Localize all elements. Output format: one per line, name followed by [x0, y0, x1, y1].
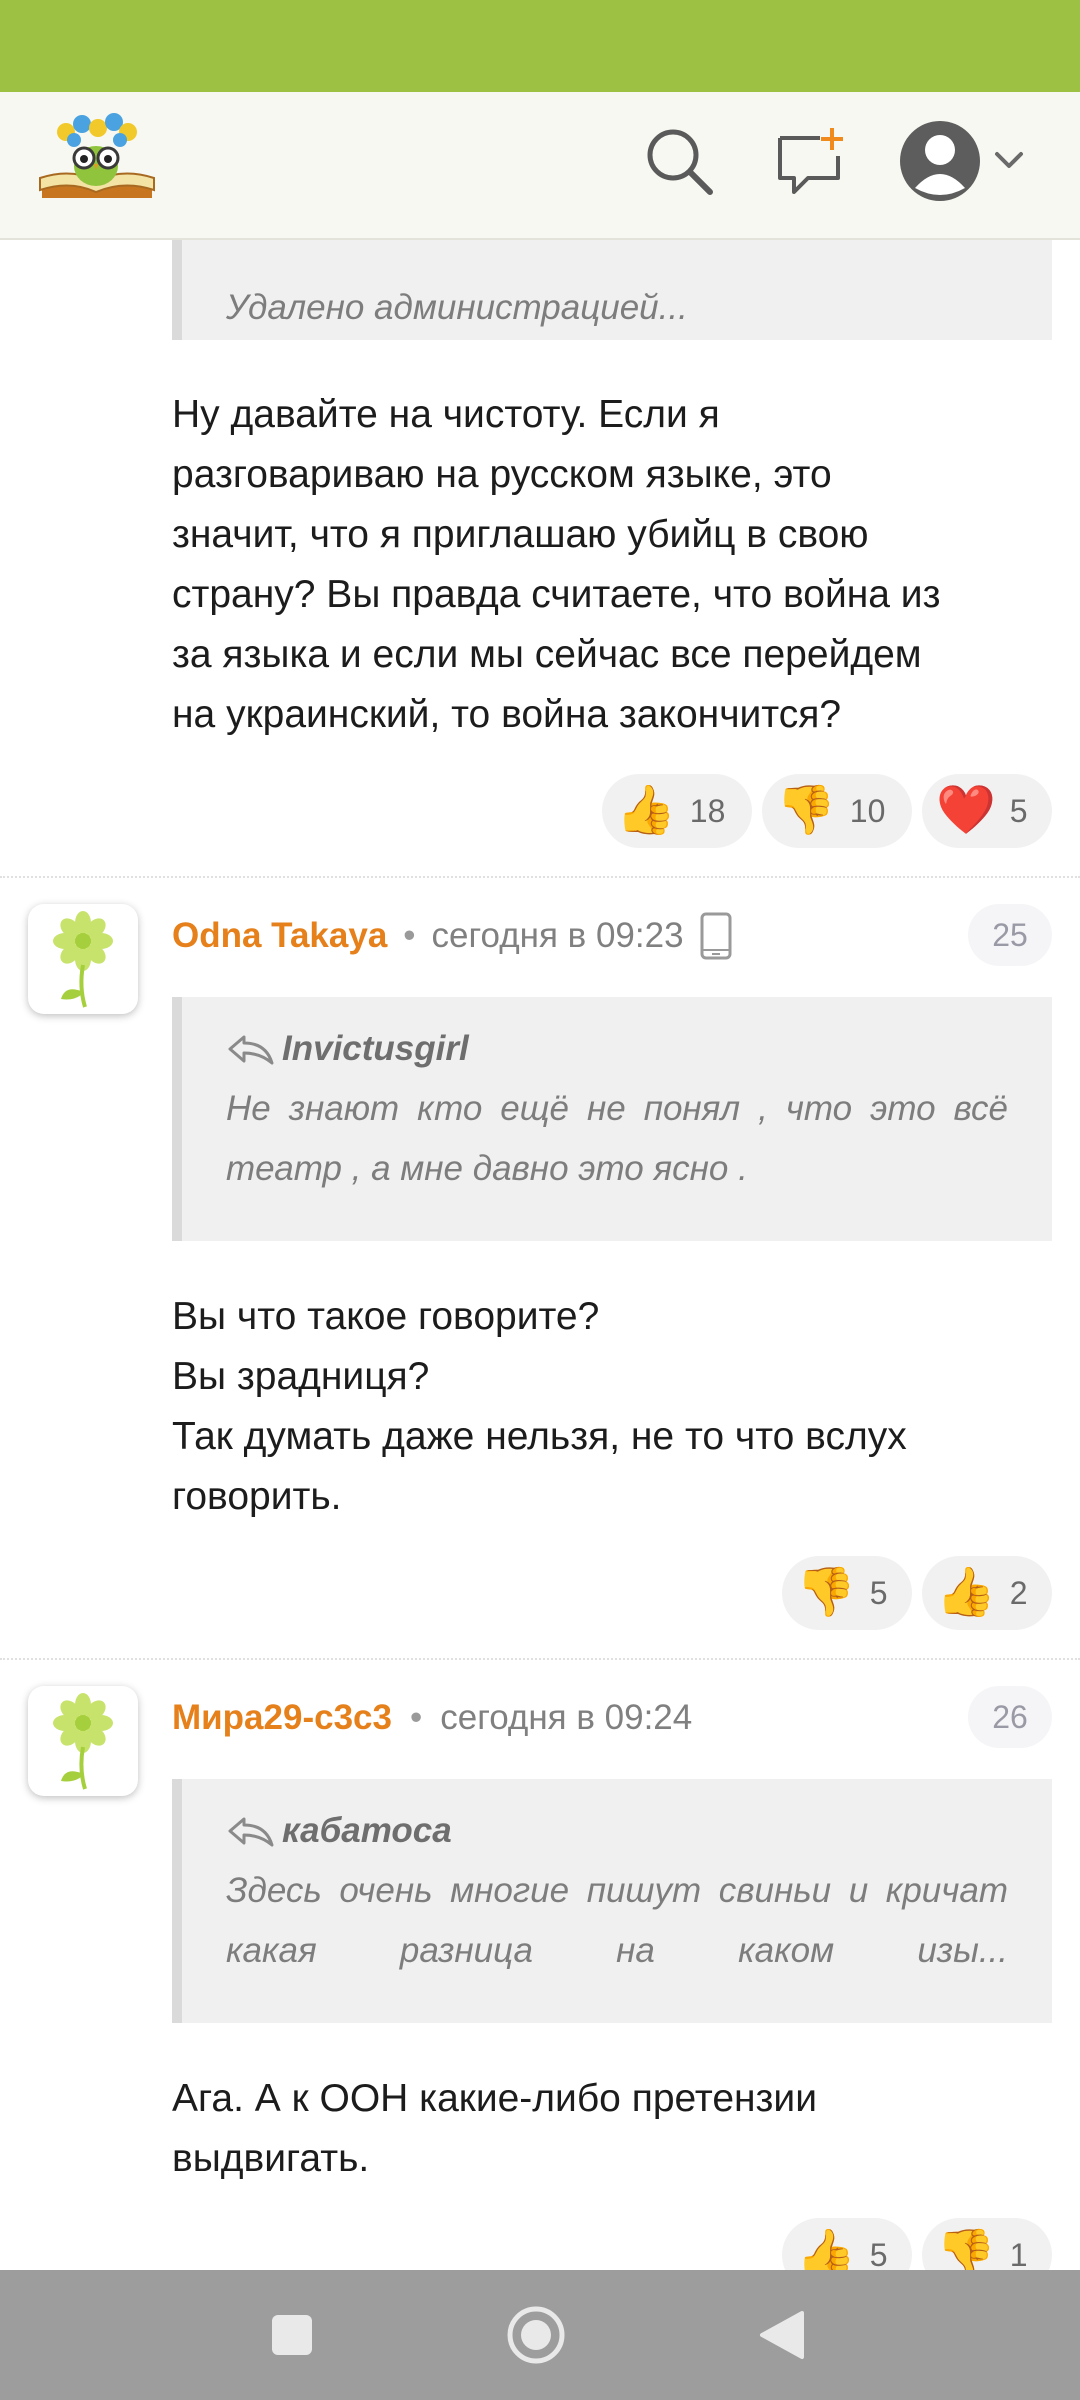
search-icon [647, 129, 713, 195]
quote-text-line: какая разница на каком изы... [226, 1931, 1008, 1970]
thumbs-up-reaction[interactable]: 👍 18 [602, 774, 752, 848]
comment-time: сегодня в 09:23 [431, 916, 684, 955]
quote-text-line: Здесь очень многие пишут свиньи и кричат [226, 1871, 1008, 1910]
back-button[interactable] [742, 2295, 822, 2375]
comment-line: Вы зрадниця? [172, 1355, 430, 1398]
home-button[interactable] [496, 2295, 576, 2375]
thumbs-down-icon: 👎 [776, 784, 836, 837]
quote-text-line: Не знают кто ещё не понял , что это всё [226, 1089, 1008, 1128]
comment-number[interactable]: 25 [968, 904, 1052, 966]
comment-line: разговариваю на русском языке, это [172, 453, 832, 496]
thumbs-down-icon: 👎 [936, 2228, 996, 2271]
reactions-bar: 👍 5 👎 1 [782, 2218, 1052, 2270]
reaction-count: 2 [1009, 1574, 1028, 1611]
thumbs-down-reaction[interactable]: 👎 10 [762, 774, 912, 848]
comment-text: Ага. А к ООН какие-либо претензии выдвиг… [172, 2069, 1052, 2189]
thumbs-up-icon: 👍 [616, 784, 676, 837]
thumbs-up-icon: 👍 [936, 1566, 996, 1619]
quote-block: Удалено администрацией... [172, 240, 1052, 340]
circle-home-icon [507, 2306, 565, 2364]
mobile-phone-icon [700, 912, 732, 960]
avatar[interactable] [28, 1686, 138, 1796]
comment-divider [0, 1658, 1080, 1660]
reaction-count: 5 [869, 1574, 888, 1611]
triangle-back-icon [760, 2311, 804, 2359]
reaction-count: 5 [1009, 792, 1028, 829]
comment-meta: Мира29-с3с3 • сегодня в 09:24 [172, 1688, 692, 1748]
quote-text-line: театр , а мне давно это ясно . [226, 1149, 748, 1188]
square-icon [272, 2315, 312, 2355]
comment-line: Ну давайте на чистоту. Если я [172, 393, 720, 436]
comment-text: Ну давайте на чистоту. Если я разговарив… [172, 385, 1052, 745]
comment-line: на украинский, то война закончится? [172, 693, 842, 736]
comment-line: Вы что такое говорите? [172, 1295, 600, 1338]
comment-line: выдвигать. [172, 2137, 370, 2180]
site-logo[interactable] [32, 106, 162, 216]
quote-block: кабатоса Здесь очень многие пишут свиньи… [172, 1779, 1052, 2023]
heart-reaction[interactable]: ❤️ 5 [922, 774, 1052, 848]
comment-line: значит, что я приглашаю убийц в свою [172, 513, 869, 556]
quote-author[interactable]: Invictusgirl [282, 1029, 469, 1069]
heart-icon: ❤️ [936, 784, 996, 837]
meta-separator: • [409, 1698, 423, 1737]
comment-number[interactable]: 26 [968, 1686, 1052, 1748]
quote-author[interactable]: кабатоса [282, 1811, 452, 1851]
status-bar [0, 0, 1080, 92]
comment-author[interactable]: Мира29-с3с3 [172, 1698, 392, 1738]
comments-list: Удалено администрацией... Ну давайте на … [0, 240, 1080, 2270]
comment-line: Так думать даже нельзя, не то что вслух [172, 1415, 907, 1458]
app-header [0, 92, 1080, 240]
comment-line: говорить. [172, 1475, 342, 1518]
reactions-bar: 👍 18 👎 10 ❤️ 5 [602, 774, 1052, 848]
quote-author-row: Invictusgirl [226, 1019, 1008, 1079]
reaction-count: 1 [1009, 2236, 1028, 2271]
flower-avatar-icon [53, 1693, 113, 1790]
thumbs-up-icon: 👍 [796, 2228, 856, 2271]
comment-time: сегодня в 09:24 [440, 1698, 693, 1737]
new-comment-icon [778, 128, 843, 194]
avatar[interactable] [28, 904, 138, 1014]
chevron-down-icon [995, 152, 1023, 168]
thumbs-down-reaction[interactable]: 👎 5 [782, 1556, 912, 1630]
comment-text: Вы что такое говорите? Вы зрадниця? Так … [172, 1287, 1052, 1527]
reply-arrow-icon [228, 1035, 274, 1065]
comment-line: страну? Вы правда считаете, что война из [172, 573, 941, 616]
quote-text: Удалено администрацией... [226, 288, 688, 327]
thumbs-up-reaction[interactable]: 👍 5 [782, 2218, 912, 2270]
comment-meta: Odna Takaya • сегодня в 09:23 [172, 906, 734, 966]
search-button[interactable] [634, 116, 724, 206]
reactions-bar: 👎 5 👍 2 [782, 1556, 1052, 1630]
thumbs-down-icon: 👎 [796, 1566, 856, 1619]
reaction-count: 5 [869, 2236, 888, 2271]
meta-separator: • [403, 916, 416, 955]
comment-line: Ага. А к ООН какие-либо претензии [172, 2077, 818, 2120]
flower-avatar-icon [53, 911, 113, 1008]
comment-divider [0, 876, 1080, 878]
reply-arrow-icon [228, 1817, 274, 1847]
quote-author-row: кабатоса [226, 1801, 1008, 1861]
reaction-count: 18 [689, 792, 726, 829]
reaction-count: 10 [849, 792, 886, 829]
owl-book-logo-icon [39, 113, 155, 198]
quote-block: Invictusgirl Не знают кто ещё не понял ,… [172, 997, 1052, 1241]
recents-button[interactable] [252, 2295, 332, 2375]
user-avatar-icon [900, 121, 1023, 201]
profile-menu-button[interactable] [895, 116, 1045, 206]
comment-author[interactable]: Odna Takaya [172, 916, 387, 956]
system-nav-bar [0, 2270, 1080, 2400]
thumbs-up-reaction[interactable]: 👍 2 [922, 1556, 1052, 1630]
new-message-button[interactable] [766, 116, 856, 206]
comment-line: за языка и если мы сейчас все перейдем [172, 633, 922, 676]
thumbs-down-reaction[interactable]: 👎 1 [922, 2218, 1052, 2270]
